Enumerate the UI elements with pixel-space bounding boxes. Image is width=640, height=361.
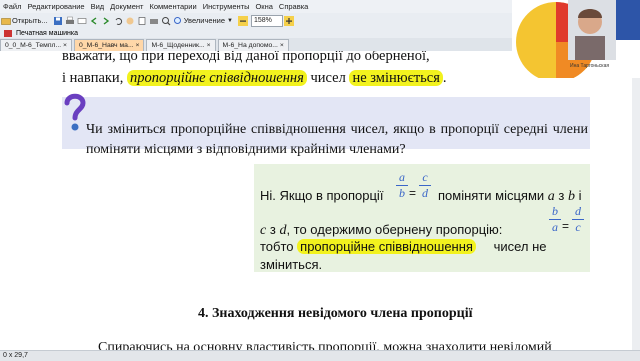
answer-line4: зміниться. — [260, 257, 323, 272]
menu-document[interactable]: Документ — [107, 2, 146, 11]
paragraph-intro: вважати, що при переході від даної пропо… — [62, 51, 452, 89]
mail-icon[interactable] — [77, 16, 87, 26]
answer-line3: тобто пропорційне співвідношення чисел н… — [260, 239, 547, 254]
answer-line1a: Ні. Якщо в пропорції — [260, 188, 384, 203]
close-icon[interactable]: × — [207, 42, 211, 49]
tab-document-4[interactable]: М-6_На допомо... × — [217, 39, 289, 51]
undo-icon[interactable] — [113, 16, 123, 26]
section-heading: 4. Знаходження невідомого члена пропорці… — [198, 306, 473, 321]
paragraph-bottom: Спираючись на основну властивість пропор… — [98, 340, 552, 350]
question-mark-icon — [64, 93, 86, 131]
equals-sign: = — [409, 186, 417, 200]
arrow-left-icon[interactable] — [89, 16, 99, 26]
tab-label: М-6_Щоденник... — [151, 42, 205, 49]
open-button[interactable]: Открыть... — [0, 16, 48, 26]
arrow-right-icon[interactable] — [101, 16, 111, 26]
highlight-not-change: не змінюється — [349, 70, 443, 86]
question-text: Чи зміниться пропорційне співвідношення … — [86, 122, 588, 157]
page-size-readout: 0 x 29,7 — [3, 352, 28, 359]
zoom-in-icon[interactable] — [283, 15, 294, 26]
hand-icon[interactable] — [125, 16, 135, 26]
close-icon[interactable]: × — [136, 42, 140, 49]
menu-windows[interactable]: Окна — [252, 2, 275, 11]
menu-comments[interactable]: Комментарии — [146, 2, 199, 11]
menu-tools[interactable]: Инструменты — [200, 2, 253, 11]
intro-text: і навпаки, — [62, 70, 124, 86]
fraction-c-d: cd — [419, 170, 431, 201]
zoom-out-icon[interactable] — [237, 15, 248, 26]
zoom-mode-button[interactable]: Увеличение ▼ — [172, 16, 233, 26]
print-icon[interactable] — [65, 16, 75, 26]
highlight-proportional-ratio: пропорційне співвідношення — [297, 239, 476, 254]
zoom-tool-icon[interactable] — [161, 16, 171, 26]
intro-line-2: і навпаки, пропорційне співвідношення чи… — [62, 70, 447, 86]
answer-line2: c з d, то одержимо обернену пропорцію: — [260, 222, 503, 238]
chevron-down-icon: ▼ — [227, 17, 233, 24]
fraction-d-c: dc — [572, 204, 584, 235]
document-page[interactable]: вважати, що при переході від даної пропо… — [0, 51, 640, 350]
zoom-input[interactable]: 158% — [250, 14, 283, 27]
select-text-icon[interactable] — [137, 16, 147, 26]
magnifier-icon — [173, 16, 181, 24]
folder-icon — [1, 17, 11, 25]
fraction-b-a: ba — [549, 204, 561, 235]
typewriter-button[interactable]: Печатная машинка — [16, 30, 78, 37]
tab-label: М-6_На допомо... — [222, 42, 278, 49]
open-label: Открыть... — [12, 16, 48, 25]
save-icon[interactable] — [53, 16, 63, 26]
fraction-a-b: ab — [396, 170, 408, 201]
intro-line-1: вважати, що при переході від даної пропо… — [62, 51, 430, 64]
close-icon[interactable]: × — [280, 42, 284, 49]
tab-document-2[interactable]: 0_М-6_Навч ма... × — [74, 39, 145, 51]
equals-sign: = — [562, 219, 570, 233]
menu-help[interactable]: Справка — [276, 2, 311, 11]
tab-document-1[interactable]: 0_0_М-6_Темпл... × — [0, 39, 73, 51]
status-bar: 0 x 29,7 — [0, 350, 640, 361]
menu-edit[interactable]: Редактирование — [24, 2, 87, 11]
intro-text: чисел — [310, 70, 346, 86]
answer-line1b: поміняти місцями a з b і — [438, 188, 582, 204]
vertical-scrollbar[interactable] — [632, 51, 640, 350]
menu-file[interactable]: Файл — [0, 2, 24, 11]
typewriter-icon — [4, 29, 12, 37]
close-icon[interactable]: × — [63, 42, 67, 49]
highlight-proportional-ratio: пропорційне співвідношення — [126, 70, 307, 86]
tab-label: 0_0_М-6_Темпл... — [5, 42, 62, 49]
menu-view[interactable]: Вид — [88, 2, 108, 11]
tab-document-3[interactable]: М-6_Щоденник... × — [146, 39, 216, 51]
zoom-mode-label: Увеличение — [183, 16, 226, 25]
webcam-overlay: Ина Таргоньская — [512, 0, 640, 78]
snapshot-icon[interactable] — [149, 16, 159, 26]
webcam-caption: Ина Таргоньская — [570, 63, 610, 69]
tab-label: 0_М-6_Навч ма... — [79, 42, 134, 49]
